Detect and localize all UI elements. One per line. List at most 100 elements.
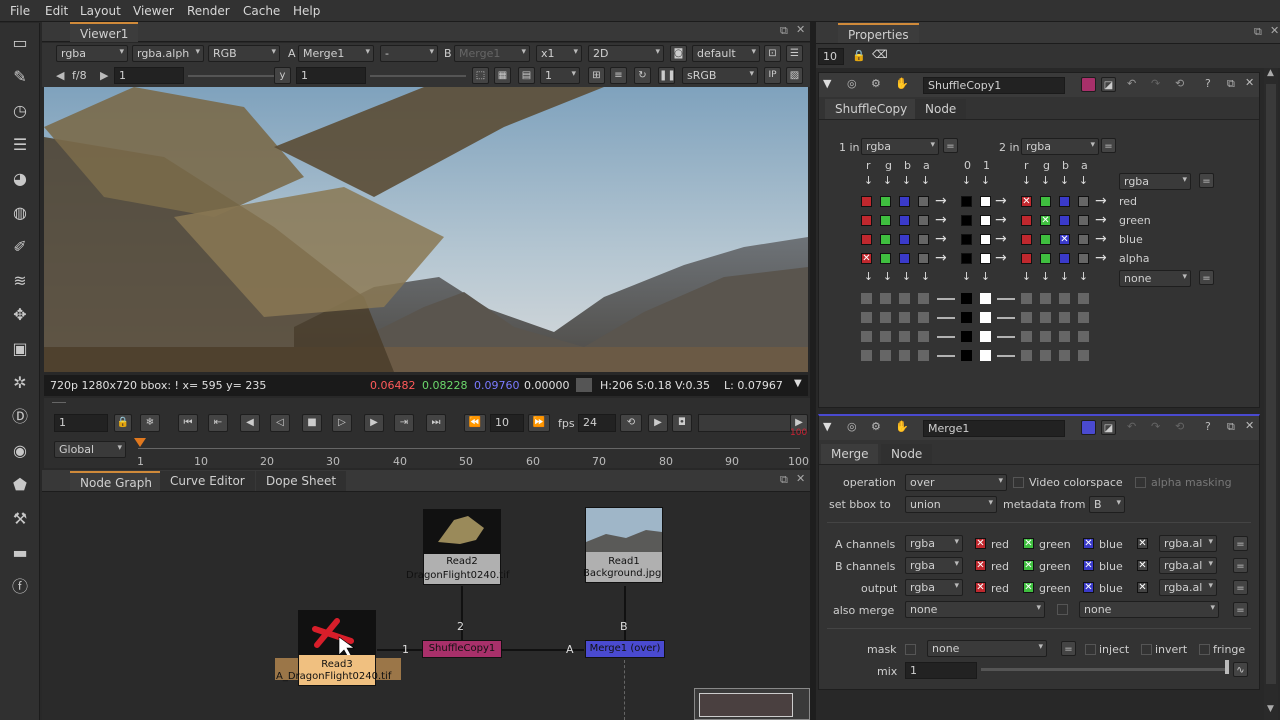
red-channel-checkbox[interactable]: ✕ [975, 582, 986, 593]
channel-toggle[interactable] [1078, 196, 1089, 207]
transform-nodes-icon[interactable]: ✥ [8, 303, 32, 327]
animation-curve-icon[interactable]: ∿ [1233, 662, 1248, 677]
tab-curve-editor[interactable]: Curve Editor [160, 471, 255, 491]
deep-nodes-icon[interactable]: Ⓓ [8, 405, 32, 429]
keyer-nodes-icon[interactable]: ✐ [8, 235, 32, 259]
also-merge-equal-button[interactable]: = [1233, 602, 1248, 617]
crop-icon[interactable]: ⬚ [472, 67, 489, 84]
node-color-button[interactable] [1081, 77, 1096, 92]
channel-toggle[interactable] [961, 234, 972, 245]
display-dropdown[interactable]: RGB [208, 45, 280, 62]
overlay-icon[interactable]: ▨ [786, 67, 803, 84]
view-mode-dropdown[interactable]: 2D [588, 45, 664, 62]
merge-nodes-icon[interactable]: ≋ [8, 269, 32, 293]
output-dropdown[interactable]: rgba [905, 579, 963, 596]
tab-shufflecopy[interactable]: ShuffleCopy [825, 99, 918, 119]
node-name-field[interactable]: ShuffleCopy1 [923, 77, 1065, 94]
gain-slider[interactable] [188, 75, 278, 77]
roi-icon[interactable]: ⊡ [764, 45, 781, 62]
metadata-icon[interactable]: ⬟ [8, 473, 32, 497]
gl-color-button[interactable]: ◪ [1101, 420, 1116, 435]
close-panel-icon[interactable]: ✕ [1270, 24, 1279, 37]
also-merge-dropdown[interactable]: none [905, 601, 1045, 618]
channel-toggle[interactable] [899, 215, 910, 226]
red-channel-checkbox[interactable]: ✕ [975, 560, 986, 571]
fstop-prev-icon[interactable]: ◀ [56, 69, 64, 82]
help-node-icon[interactable]: ◎ [847, 420, 857, 433]
blue-channel-checkbox[interactable]: ✕ [1083, 560, 1094, 571]
close-icon[interactable]: ✕ [1245, 419, 1254, 432]
max-panels-field[interactable]: 10 [818, 48, 844, 65]
tab-properties[interactable]: Properties [838, 23, 919, 43]
in1-dropdown[interactable]: rgba [861, 138, 939, 155]
frame-field[interactable]: 1 [54, 414, 108, 432]
furnace-icon[interactable]: ⓕ [8, 575, 32, 599]
alpha-masking-checkbox[interactable] [1135, 477, 1146, 488]
node-color-button[interactable] [1081, 420, 1096, 435]
mix-field[interactable]: 1 [905, 662, 977, 679]
alpha-dropdown[interactable]: rgba.alph [132, 45, 204, 62]
viewer-image[interactable] [44, 87, 808, 372]
scroll-down-icon[interactable]: ▼ [1267, 704, 1274, 714]
channel-toggle[interactable] [880, 253, 891, 264]
help-icon[interactable]: ? [1205, 420, 1211, 433]
shufflecopy-node[interactable]: ShuffleCopy1 [422, 640, 502, 658]
prev-keyframe-icon[interactable]: ⇤ [208, 414, 228, 432]
in2-equal-button[interactable]: = [1101, 138, 1116, 153]
freeze-icon[interactable]: ❄ [140, 414, 160, 432]
close-icon[interactable]: ✕ [1245, 76, 1254, 89]
lines-icon[interactable]: ≡ [610, 67, 627, 84]
menu-viewer[interactable]: Viewer [133, 4, 174, 18]
channel-toggle[interactable] [980, 234, 991, 245]
inject-checkbox[interactable] [1085, 644, 1096, 655]
in1-equal-button[interactable]: = [943, 138, 958, 153]
mask-equal-button[interactable]: = [1061, 641, 1076, 656]
tab-viewer1[interactable]: Viewer1 [70, 22, 139, 42]
fstop-next-icon[interactable]: ▶ [100, 69, 108, 82]
channel-toggle[interactable] [1078, 215, 1089, 226]
menu-help[interactable]: Help [293, 4, 320, 18]
channel-toggle[interactable] [1078, 253, 1089, 264]
help-icon[interactable]: ? [1205, 77, 1211, 90]
channel-toggle[interactable] [1059, 215, 1070, 226]
menu-layout[interactable]: Layout [80, 4, 121, 18]
b-input-dropdown[interactable]: Merge1 [454, 45, 530, 62]
channel-toggle[interactable] [1040, 253, 1051, 264]
channel-toggle[interactable] [861, 196, 872, 207]
channel-toggle[interactable] [880, 215, 891, 226]
center-node-icon[interactable]: ⚙ [871, 77, 881, 90]
views-icon[interactable]: ◉ [8, 439, 32, 463]
redo-icon[interactable]: ↷ [1151, 77, 1160, 90]
a-extra-dropdown[interactable]: rgba.al [1159, 535, 1217, 552]
green-channel-checkbox[interactable]: ✕ [1023, 582, 1034, 593]
undo-icon[interactable]: ↶ [1127, 420, 1136, 433]
collapse-icon[interactable]: ▼ [823, 420, 831, 433]
mask-checkbox[interactable] [905, 644, 916, 655]
lock-icon[interactable]: 🔒 [114, 414, 132, 432]
next-keyframe-icon[interactable]: ⇥ [394, 414, 414, 432]
toolsets-icon[interactable]: ⚒ [8, 507, 32, 531]
other-nodes-icon[interactable]: ▬ [8, 541, 32, 565]
tab-node-graph[interactable]: Node Graph [70, 471, 162, 491]
channel-toggle[interactable] [980, 215, 991, 226]
a-equal-button[interactable]: = [1233, 536, 1248, 551]
channel-toggle[interactable] [961, 196, 972, 207]
stop-icon[interactable]: ■ [302, 414, 322, 432]
scroll-up-icon[interactable]: ▲ [1267, 68, 1274, 78]
video-colorspace-checkbox[interactable] [1013, 477, 1024, 488]
skip-forward-icon[interactable]: ⏩ [528, 414, 550, 432]
time-nodes-icon[interactable]: ◷ [8, 99, 32, 123]
play-forward-icon[interactable]: ▷ [332, 414, 352, 432]
gain-field[interactable]: 1 [114, 67, 184, 84]
viewer-menu-icon[interactable]: ☰ [786, 45, 803, 62]
channel-toggle[interactable] [961, 215, 972, 226]
channel-toggle[interactable] [1078, 234, 1089, 245]
channel-toggle[interactable] [861, 234, 872, 245]
output-extra-dropdown[interactable]: rgba.al [1159, 579, 1217, 596]
image-nodes-icon[interactable]: ▭ [8, 31, 32, 55]
channel-toggle[interactable] [880, 234, 891, 245]
channel-toggle[interactable] [980, 196, 991, 207]
revert-icon[interactable]: ⟲ [1175, 77, 1184, 90]
channels-dropdown[interactable]: rgba [56, 45, 128, 62]
a-input-dropdown[interactable]: Merge1 [298, 45, 374, 62]
